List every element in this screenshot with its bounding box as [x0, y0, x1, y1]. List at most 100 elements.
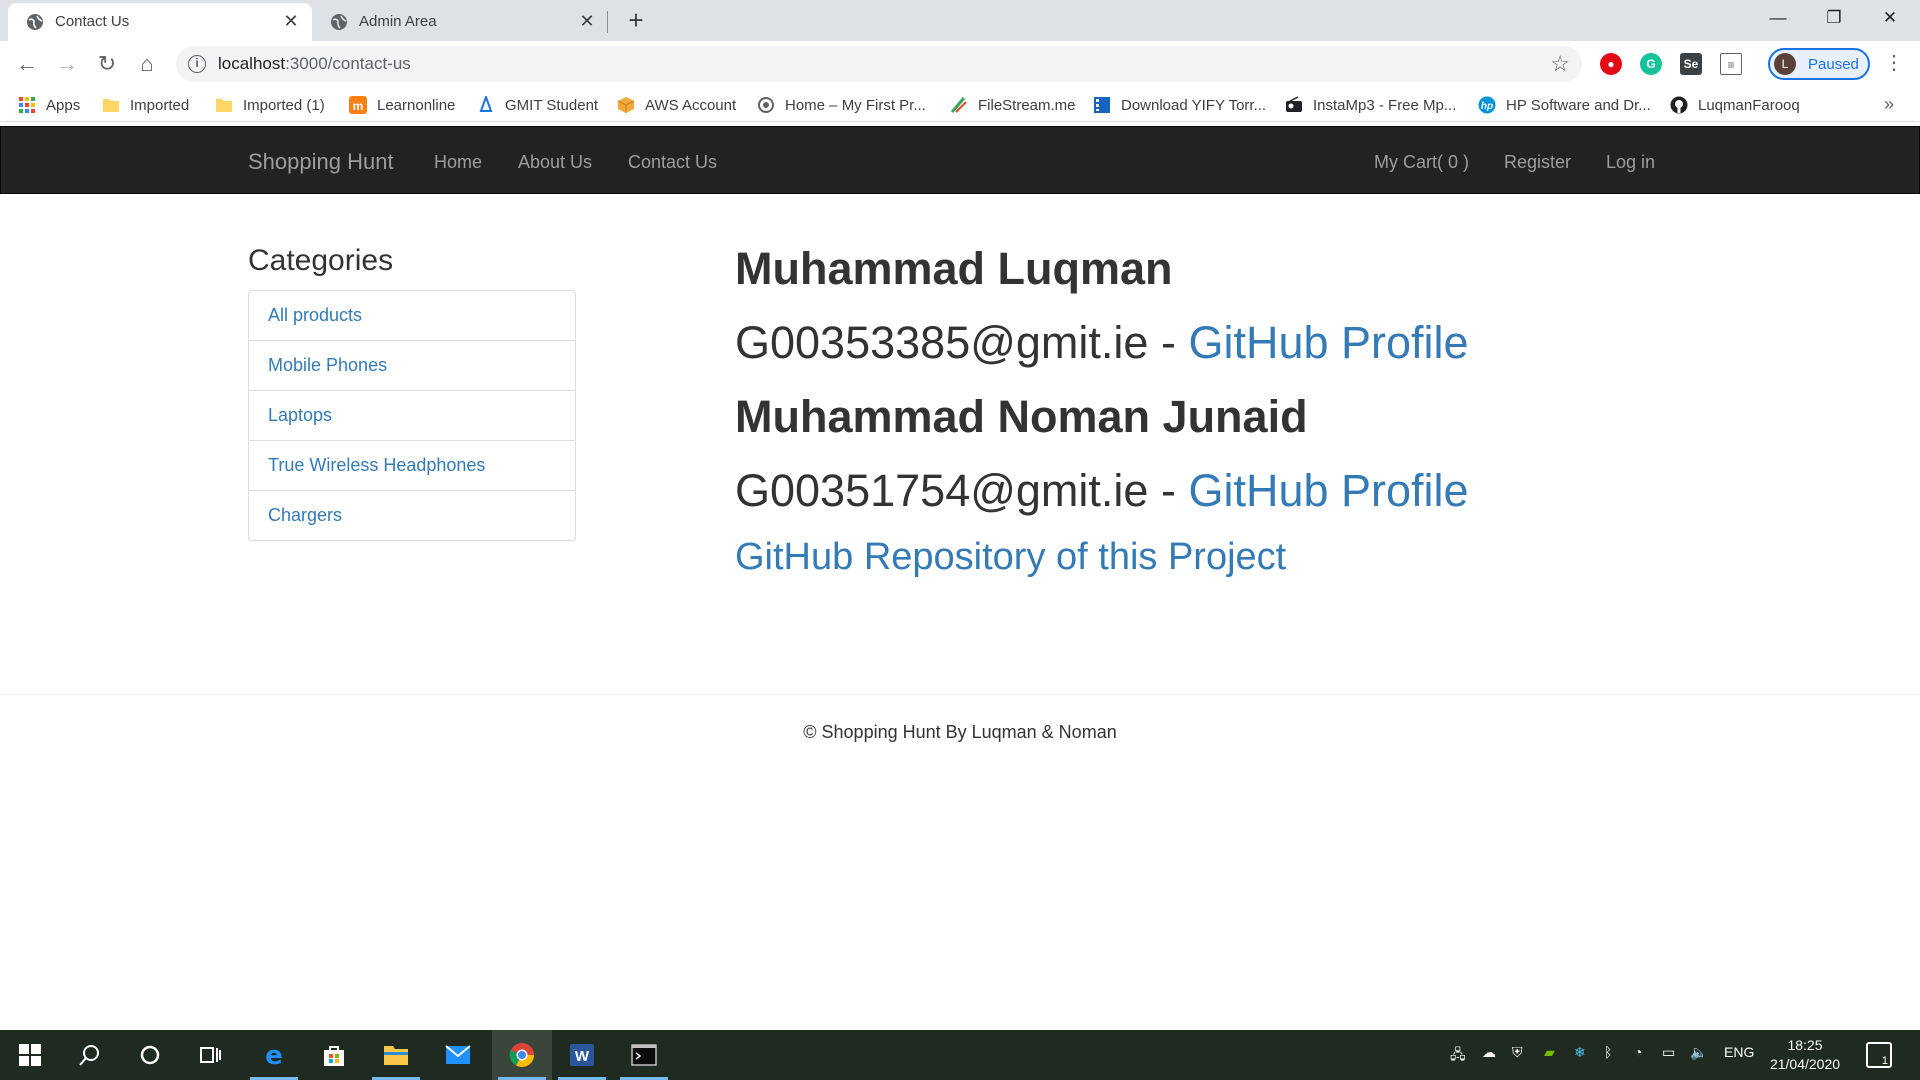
gmit-icon [479, 96, 493, 112]
taskbar-file-explorer[interactable] [366, 1030, 426, 1080]
edge-icon: e [265, 1042, 283, 1068]
github-profile-link[interactable]: GitHub Profile [1188, 317, 1468, 368]
taskbar-store[interactable] [304, 1030, 364, 1080]
document-extension-icon[interactable]: ≡ [1720, 53, 1742, 75]
github-repository-link[interactable]: GitHub Repository of this Project [735, 536, 1286, 579]
contact-name: Muhammad Noman Junaid [735, 391, 1308, 442]
notification-center-icon[interactable]: 1 [1866, 1042, 1892, 1068]
contact-separator: - [1148, 465, 1189, 516]
restore-button[interactable]: ❐ [1806, 4, 1862, 32]
tray-snowflake-icon[interactable]: ❄ [1574, 1044, 1586, 1061]
chevron-double-right-icon[interactable]: » [1884, 94, 1894, 115]
search-icon [79, 1045, 99, 1066]
browser-toolbar: ← → ↻ ⌂ i localhost:3000/contact-us ☆ ● … [0, 41, 1920, 87]
nav-link-my-cart[interactable]: My Cart( 0 ) [1374, 152, 1469, 173]
adblock-extension-icon[interactable]: ● [1600, 53, 1622, 75]
bookmark-luqmanfarooq[interactable]: LuqmanFarooq [1670, 94, 1800, 116]
bookmark-star-icon[interactable]: ☆ [1550, 51, 1570, 77]
minimize-button[interactable]: — [1750, 4, 1806, 32]
bookmark-gmit-student[interactable]: GMIT Student [477, 94, 598, 116]
browser-tab-strip: Contact Us ✕ Admin Area ✕ + — ❐ ✕ [0, 0, 1920, 41]
nav-link-log-in[interactable]: Log in [1606, 152, 1655, 173]
footer-copyright: © Shopping Hunt By Luqman & Noman [803, 722, 1117, 742]
tab-contact-us[interactable]: Contact Us ✕ [8, 3, 312, 41]
nav-link-contact-us[interactable]: Contact Us [628, 152, 717, 173]
start-button[interactable] [0, 1030, 60, 1080]
tray-network-icon[interactable]: 🖧 [1450, 1044, 1466, 1068]
globe-icon [27, 14, 43, 30]
taskbar-terminal[interactable] [614, 1030, 674, 1080]
tray-language[interactable]: ENG [1724, 1044, 1754, 1060]
address-bar[interactable]: i localhost:3000/contact-us ☆ [176, 46, 1582, 82]
mail-icon [445, 1045, 471, 1064]
category-laptops[interactable]: Laptops [248, 390, 576, 441]
taskbar-word[interactable]: W [552, 1030, 612, 1080]
url-text[interactable]: localhost:3000/contact-us [218, 54, 411, 74]
reload-button[interactable]: ↻ [93, 50, 121, 78]
nav-link-about-us[interactable]: About Us [518, 152, 592, 173]
bookmark-apps[interactable]: Apps [18, 94, 80, 116]
aws-box-icon [617, 97, 635, 113]
tray-onedrive-icon[interactable]: ☁ [1482, 1044, 1496, 1061]
bookmark-instamp3[interactable]: InstaMp3 - Free Mp... [1285, 94, 1456, 116]
url-path: :3000/contact-us [285, 54, 411, 73]
grammarly-extension-icon[interactable]: G [1640, 53, 1662, 75]
forward-button[interactable]: → [53, 50, 81, 78]
cortana-button[interactable] [120, 1030, 180, 1080]
bookmark-yify[interactable]: Download YIFY Torr... [1093, 94, 1266, 116]
nav-link-home[interactable]: Home [434, 152, 482, 173]
folder-icon [103, 99, 119, 112]
search-button[interactable] [60, 1030, 120, 1080]
nav-link-register[interactable]: Register [1504, 152, 1571, 173]
github-profile-link[interactable]: GitHub Profile [1188, 465, 1468, 516]
close-icon[interactable]: ✕ [282, 12, 300, 30]
bookmark-label: LuqmanFarooq [1698, 96, 1800, 114]
category-all-products[interactable]: All products [248, 290, 576, 341]
tray-nvidia-icon[interactable]: ▰ [1544, 1044, 1555, 1061]
taskbar-clock[interactable]: 18:25 21/04/2020 [1762, 1036, 1848, 1074]
bookmark-imported[interactable]: Imported [102, 94, 189, 116]
bookmark-home-first-project[interactable]: Home – My First Pr... [757, 94, 926, 116]
bookmark-aws-account[interactable]: AWS Account [617, 94, 736, 116]
svg-text:m: m [353, 99, 364, 113]
category-chargers[interactable]: Chargers [248, 490, 576, 541]
home-button[interactable]: ⌂ [133, 50, 161, 78]
bookmark-hp-software[interactable]: hp HP Software and Dr... [1478, 94, 1651, 116]
close-window-button[interactable]: ✕ [1862, 4, 1918, 32]
clock-date: 21/04/2020 [1769, 1056, 1841, 1072]
profile-button[interactable]: L Paused [1768, 48, 1870, 80]
contact-section: Muhammad Luqman G00353385@gmit.ie - GitH… [735, 240, 1469, 536]
taskbar-edge[interactable]: e [244, 1030, 304, 1080]
category-mobile-phones[interactable]: Mobile Phones [248, 340, 576, 391]
selenium-extension-icon[interactable]: Se [1680, 53, 1702, 75]
categories-heading: Categories [248, 244, 394, 277]
radio-icon [1286, 96, 1302, 112]
svg-text:e: e [265, 1042, 283, 1068]
tray-wifi-icon[interactable]: ◔ [1634, 1044, 1642, 1060]
tray-volume-icon[interactable]: 🔈 [1690, 1044, 1707, 1061]
bookmarks-bar: Apps Imported Imported (1) m Learnonline… [0, 87, 1920, 122]
tab-separator [607, 11, 608, 33]
bookmark-filestream[interactable]: FileStream.me [950, 94, 1076, 116]
tray-shield-icon[interactable]: ⛨ [1512, 1044, 1523, 1061]
taskbar-chrome[interactable] [492, 1030, 552, 1080]
back-button[interactable]: ← [13, 50, 41, 78]
more-menu-icon[interactable]: ⋮ [1884, 53, 1904, 73]
category-true-wireless-headphones[interactable]: True Wireless Headphones [248, 440, 576, 491]
info-icon[interactable]: i [188, 55, 206, 73]
navbar-brand[interactable]: Shopping Hunt [248, 149, 394, 175]
bookmark-learnonline[interactable]: m Learnonline [349, 94, 455, 116]
taskbar-mail[interactable] [428, 1030, 488, 1080]
tab-title: Contact Us [55, 13, 130, 30]
tray-bluetooth-icon[interactable]: ᛒ [1604, 1044, 1612, 1060]
close-icon[interactable]: ✕ [578, 12, 596, 30]
task-view-button[interactable] [180, 1030, 240, 1080]
tab-admin-area[interactable]: Admin Area ✕ [312, 3, 608, 41]
bookmark-imported-1[interactable]: Imported (1) [215, 94, 325, 116]
tray-battery-icon[interactable]: ▭ [1662, 1044, 1675, 1061]
notification-count: 1 [1881, 1055, 1888, 1067]
store-bag-icon [324, 1046, 344, 1066]
profile-status: Paused [1808, 56, 1859, 73]
new-tab-button[interactable]: + [624, 7, 648, 33]
url-host: localhost [218, 54, 286, 73]
